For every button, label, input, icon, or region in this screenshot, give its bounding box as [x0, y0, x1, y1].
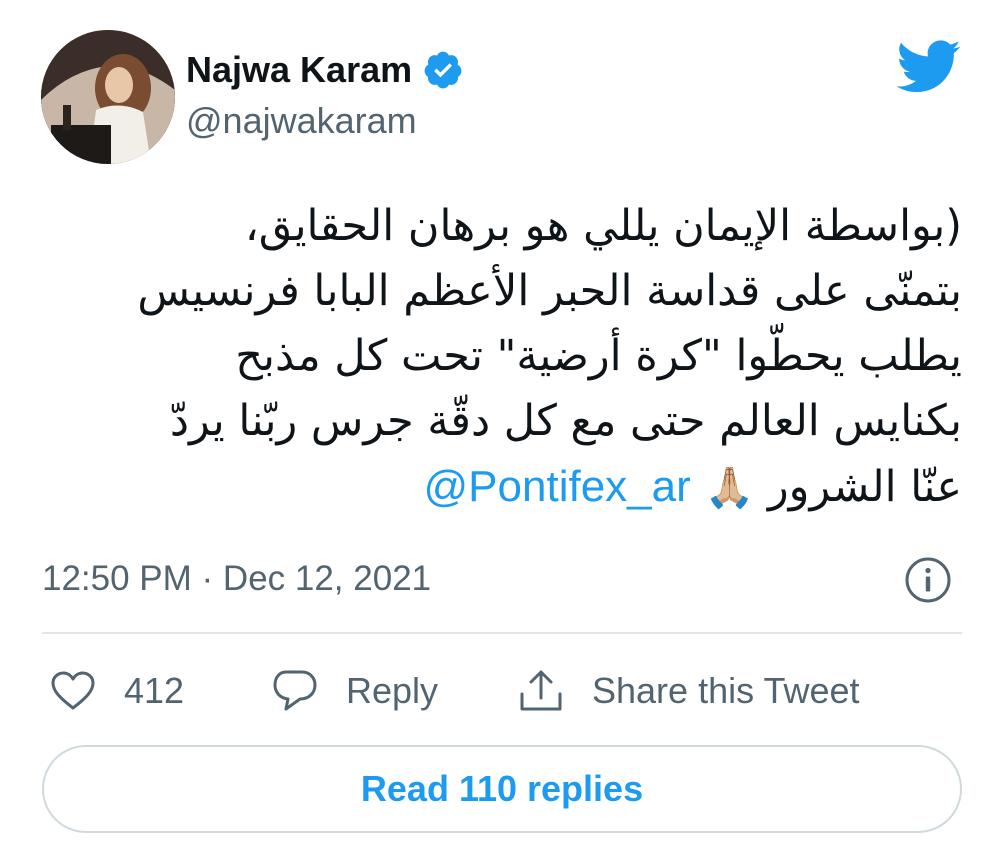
share-button[interactable]: Share this Tweet — [518, 666, 860, 716]
twitter-bird-icon[interactable] — [896, 40, 962, 94]
timestamp-row: 12:50 PM · Dec 12, 2021 — [42, 556, 431, 602]
like-button[interactable]: 412 — [50, 666, 184, 716]
action-bar: 412 Reply Share this Tweet — [42, 666, 962, 716]
read-replies-button[interactable]: Read 110 replies — [42, 745, 962, 833]
tweet-line-text: عنّا الشرور — [767, 462, 962, 512]
like-count: 412 — [124, 670, 185, 711]
share-upload-icon — [520, 670, 562, 711]
heart-icon — [51, 671, 95, 710]
mention-link[interactable]: @Pontifex_ar — [424, 462, 691, 511]
verified-badge-icon — [422, 49, 464, 91]
speech-bubble-icon — [273, 670, 317, 711]
tweet-card: Najwa Karam @najwakaram (بواسطة الإيمان … — [0, 0, 1007, 848]
reply-button[interactable]: Reply — [272, 666, 438, 716]
share-label: Share this Tweet — [592, 670, 860, 711]
timestamp-link[interactable]: 12:50 PM · Dec 12, 2021 — [42, 559, 431, 599]
tweet-last-line: عنّا الشرور 🙏🏼 @Pontifex_ar — [90, 454, 962, 521]
tweet-text: (بواسطة الإيمان يللي هو برهان الحقايق، ب… — [90, 194, 962, 521]
author-row: Najwa Karam — [186, 46, 464, 94]
tweet-line: بكنايس العالم حتى مع كل دقّة جرس ربّنا ي… — [169, 396, 962, 446]
author-handle[interactable]: @najwakaram — [186, 100, 417, 142]
avatar[interactable] — [41, 30, 175, 164]
tweet-line: (بواسطة الإيمان يللي هو برهان الحقايق، — [244, 201, 962, 251]
divider — [42, 632, 962, 634]
tweet-line: يطلب يحطّوا "كرة أرضية" تحت كل مذبح — [235, 331, 962, 381]
display-name[interactable]: Najwa Karam — [186, 49, 412, 91]
reply-label: Reply — [346, 670, 439, 711]
info-icon[interactable] — [904, 556, 952, 604]
folded-hands-emoji: 🙏🏼 — [704, 465, 755, 511]
tweet-line: بتمنّى على قداسة الحبر الأعظم البابا فرن… — [137, 266, 962, 316]
